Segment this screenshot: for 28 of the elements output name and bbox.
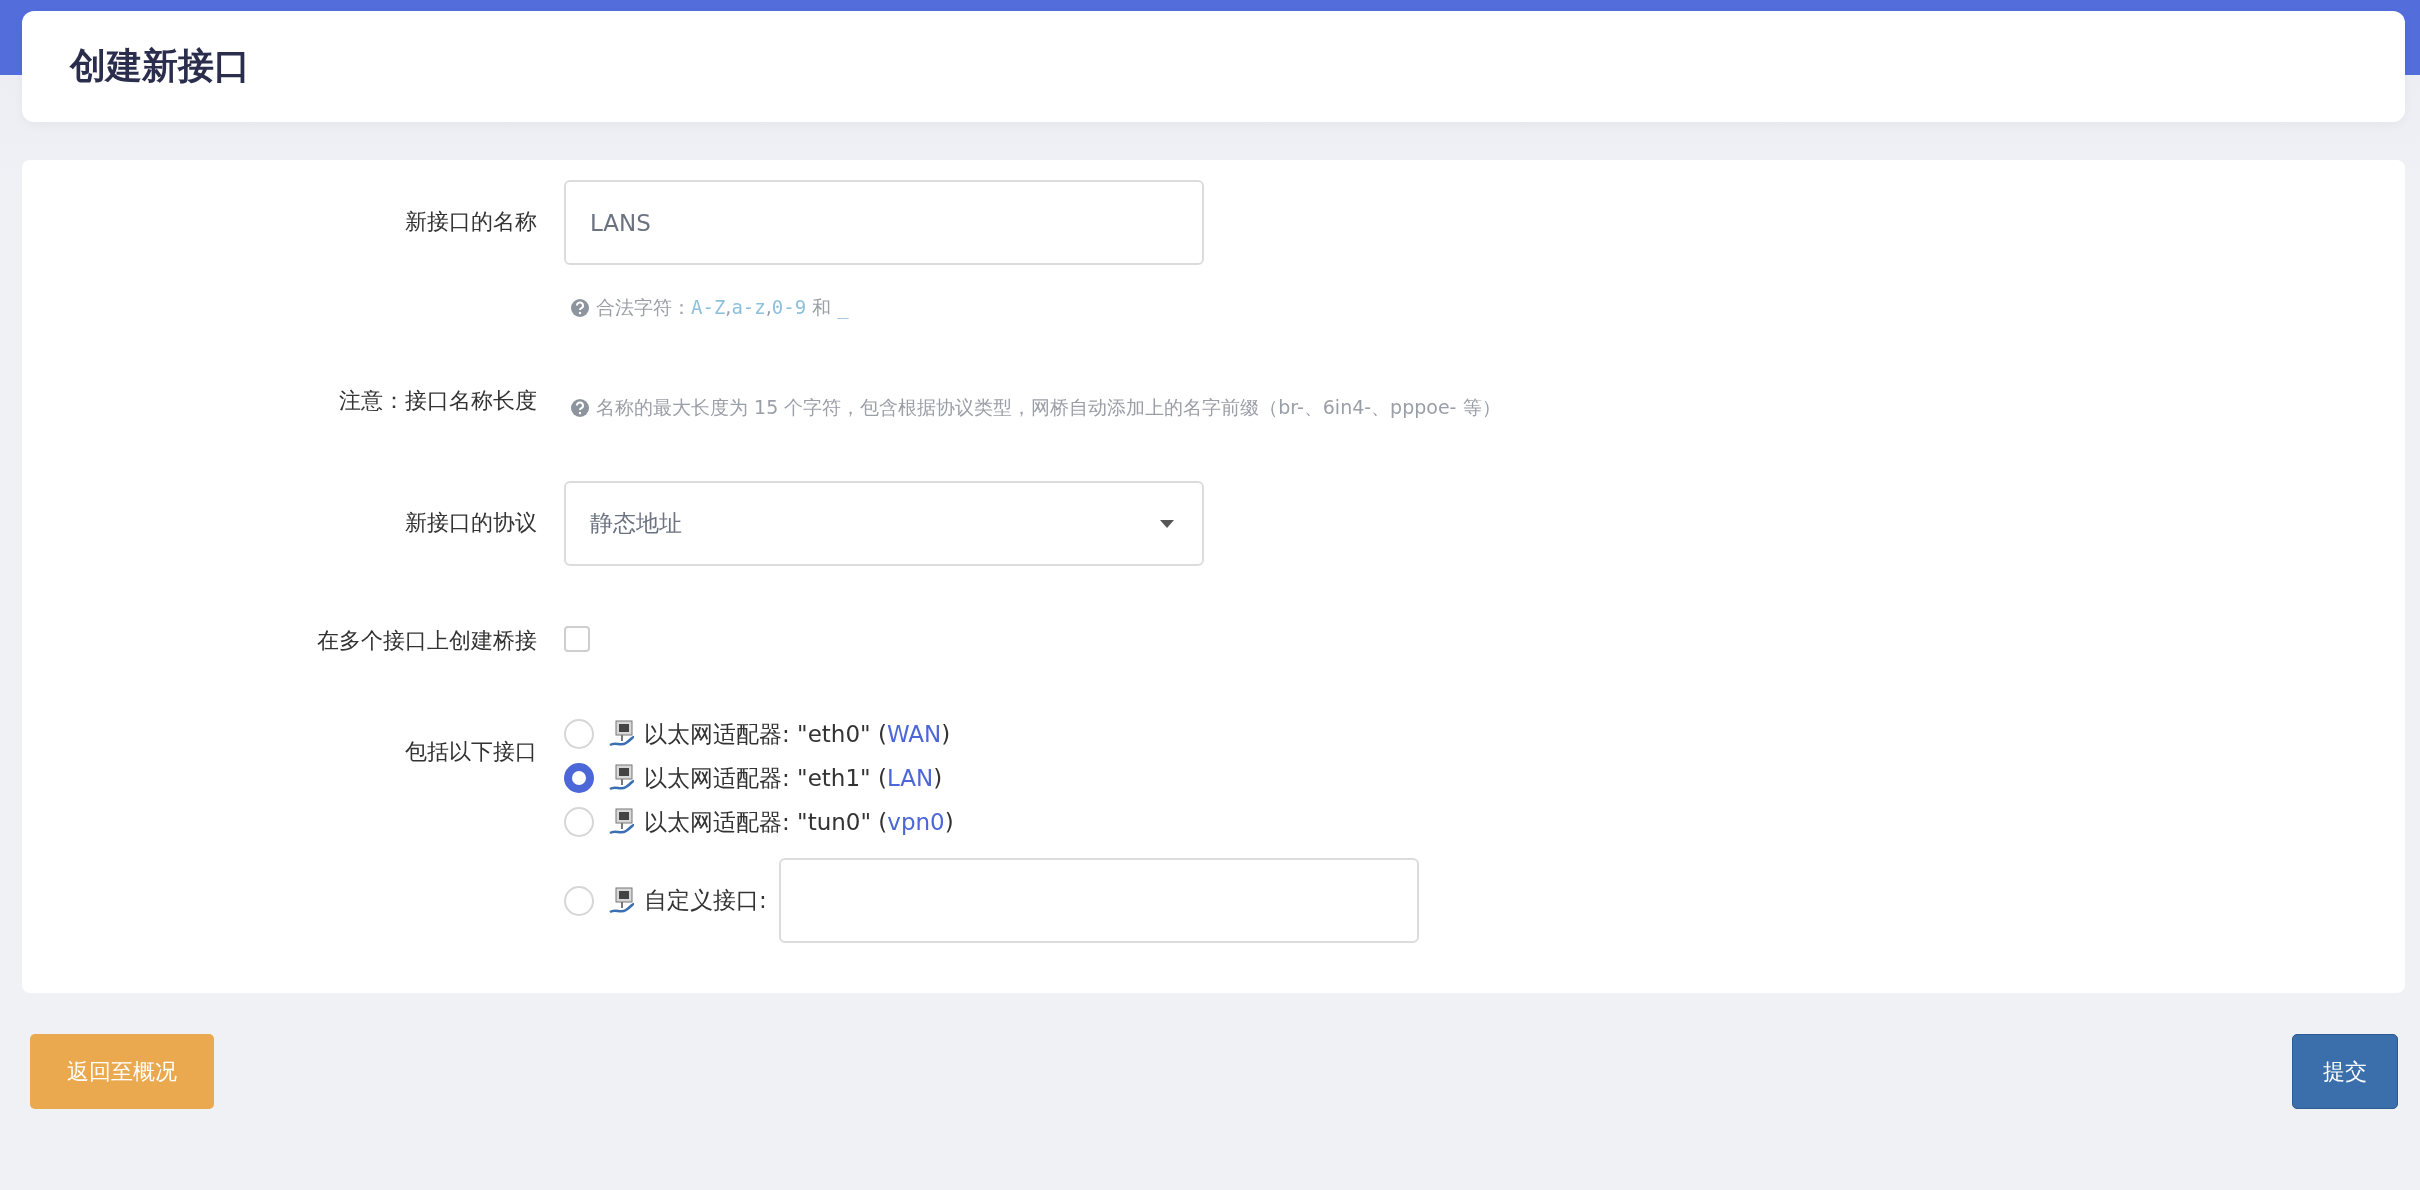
- caret-icon: [1160, 519, 1174, 528]
- network-link[interactable]: vpn0: [887, 808, 945, 835]
- interface-option: 以太网适配器: "eth1" (LAN): [644, 762, 943, 794]
- page-title: 创建新接口: [70, 44, 250, 88]
- field-label: 新接口的名称: [404, 208, 537, 236]
- field-label: 新接口的协议: [404, 509, 537, 537]
- hint-text: 合法字符：A-Z,a-z,0-9 和 _: [596, 295, 849, 321]
- help-icon: [570, 398, 590, 418]
- hint-text: 名称的最大长度为 15 个字符，包含根据协议类型，网桥自动添加上的名字前缀（br-、6in4-、pppoe- 等）: [596, 395, 1501, 420]
- field-label: 注意：接口名称长度: [338, 387, 537, 415]
- network-adapter-icon: [608, 885, 636, 916]
- submit-button[interactable]: 提交: [2292, 1034, 2398, 1109]
- name-input[interactable]: LANS: [564, 180, 1204, 265]
- radio-button[interactable]: [564, 763, 594, 793]
- field-label: 包括以下接口: [404, 738, 537, 766]
- network-adapter-icon: [608, 763, 636, 793]
- protocol-select[interactable]: 静态地址: [564, 481, 1204, 566]
- interface-option: 以太网适配器: "tun0" (vpn0): [644, 806, 954, 838]
- network-adapter-icon: [608, 719, 636, 749]
- network-link[interactable]: LAN: [886, 764, 934, 791]
- custom-interface-input[interactable]: [778, 858, 1419, 943]
- network-link[interactable]: WAN: [886, 720, 942, 747]
- bridge-checkbox[interactable]: [564, 626, 590, 652]
- interface-option: 自定义接口:: [644, 885, 767, 916]
- interface-option: 以太网适配器: "eth0" (WAN): [644, 718, 951, 750]
- network-adapter-icon: [608, 807, 636, 837]
- field-label: 在多个接口上创建桥接: [316, 627, 537, 655]
- help-icon: [570, 298, 590, 318]
